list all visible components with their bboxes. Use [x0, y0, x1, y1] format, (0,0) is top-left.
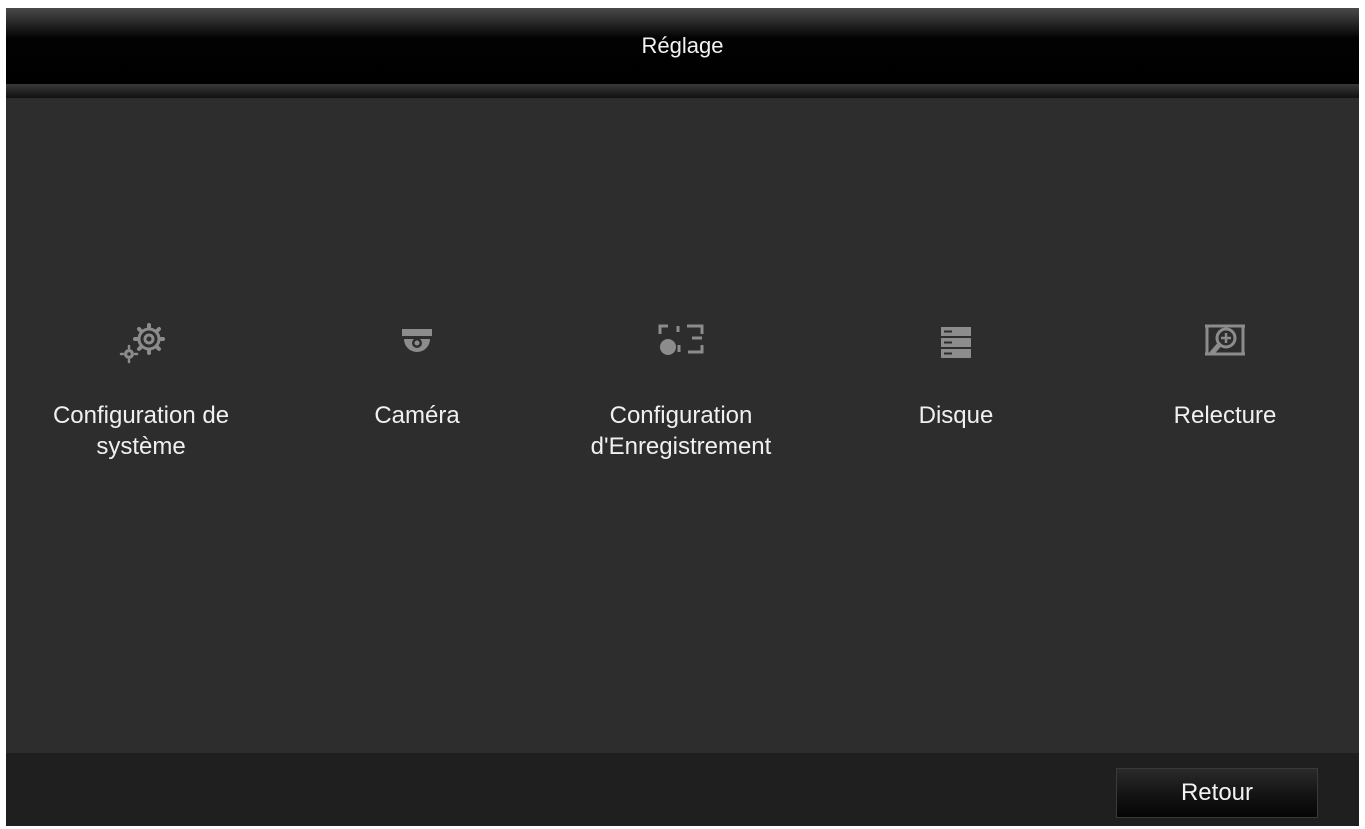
- hdd-icon: [941, 327, 971, 358]
- menu-label-playback: Relecture: [1173, 402, 1277, 429]
- dome-camera-icon: [402, 329, 432, 352]
- menu-label-camera: Caméra: [374, 402, 460, 429]
- title-divider: [6, 84, 1359, 98]
- menu-item-disk[interactable]: Disque: [811, 314, 1101, 504]
- menu-item-camera[interactable]: Caméra: [272, 314, 562, 504]
- menu-label-system-configuration: Configuration de système: [52, 402, 230, 460]
- menu-item-playback[interactable]: Relecture: [1080, 314, 1359, 504]
- menu-item-recording-configuration[interactable]: Configuration d'Enregistrement: [536, 314, 826, 504]
- playback-search-icon: [1205, 324, 1245, 356]
- menu-label-disk: Disque: [918, 402, 994, 429]
- record-config-icon: [658, 324, 704, 355]
- settings-window: Réglage Configuration de système Caméra …: [6, 8, 1359, 826]
- window-title: Réglage: [641, 33, 724, 58]
- menu-item-system-configuration[interactable]: Configuration de système: [6, 314, 286, 504]
- back-button[interactable]: Retour: [1116, 768, 1318, 818]
- gear-icon: [119, 323, 165, 364]
- title-bar: Réglage: [6, 8, 1359, 84]
- menu-label-recording-configuration: Configuration d'Enregistrement: [590, 402, 772, 460]
